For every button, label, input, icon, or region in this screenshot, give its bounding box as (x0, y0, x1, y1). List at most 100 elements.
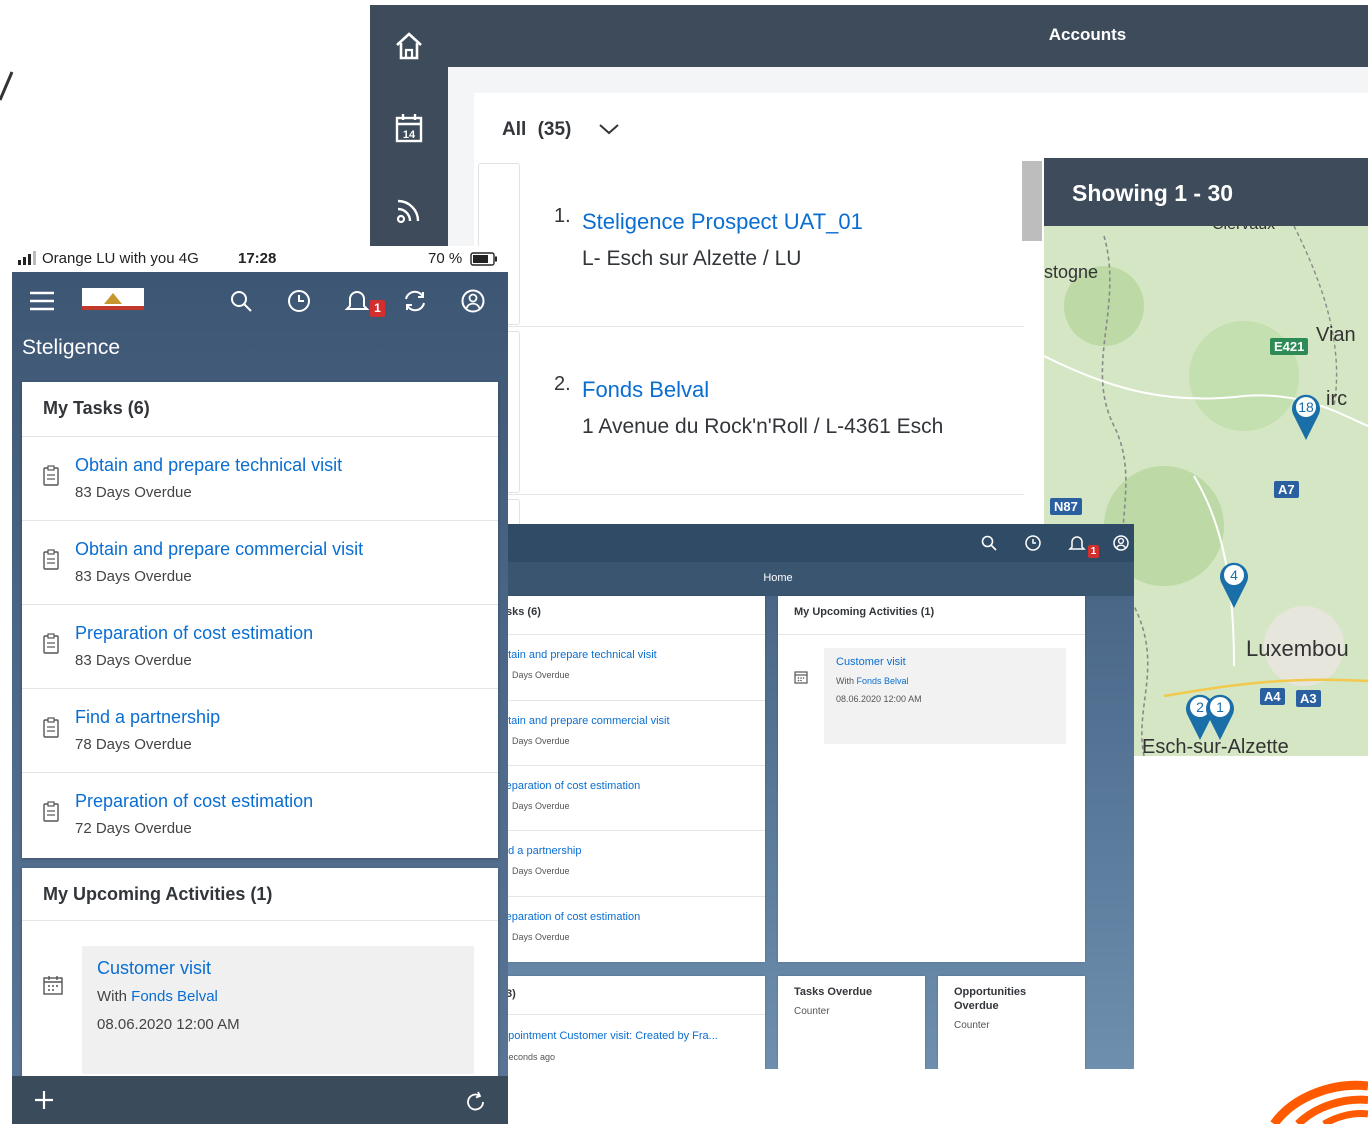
reload-icon[interactable] (464, 1090, 488, 1114)
user-profile-icon[interactable] (1112, 534, 1130, 552)
battery-icon (470, 252, 497, 266)
search-icon[interactable] (980, 534, 998, 552)
card-title: My Tasks (6) (43, 398, 150, 418)
map-pin-label: 18 (1298, 399, 1314, 415)
task-row[interactable]: Obtain and prepare technical visit 83 Da… (22, 436, 498, 520)
desktop-shell-bar: 1 (508, 524, 1134, 562)
activity-with: With Fonds Belval (836, 676, 909, 686)
activity-title-link[interactable]: Customer visit (836, 656, 906, 668)
task-row[interactable]: Preparation of cost estimation 72 Days O… (22, 772, 498, 856)
task-overdue: Days Overdue (512, 670, 570, 680)
clock-icon[interactable] (1024, 534, 1042, 552)
accounts-title: Accounts (1048, 25, 1127, 44)
company-logo (82, 288, 144, 310)
task-title-link[interactable]: nd a partnership (508, 845, 582, 857)
account-number: 2. (554, 373, 571, 395)
chevron-down-icon[interactable] (598, 121, 620, 137)
list-scrollbar[interactable] (1022, 161, 1042, 241)
account-row[interactable]: 2. Fonds Belval 1 Avenue du Rock'n'Roll … (474, 329, 1024, 495)
task-clipboard-icon (43, 633, 59, 654)
bell-icon[interactable] (344, 288, 370, 314)
task-row[interactable]: Obtain and prepare commercial visit 83 D… (22, 520, 498, 604)
task-clipboard-icon (43, 465, 59, 486)
tile-title-line2: Overdue (954, 1000, 999, 1012)
hamburger-menu-icon[interactable] (29, 290, 55, 312)
account-address: L- Esch sur Alzette / LU (582, 247, 802, 270)
search-icon[interactable] (228, 288, 254, 314)
map-label-clervaux: Clervaux (1212, 226, 1275, 234)
desktop-activities-card: My Upcoming Activities (1) Customer visi… (778, 596, 1085, 962)
activity-date: 08.06.2020 12:00 AM (836, 694, 922, 704)
map-pin[interactable]: 1 (1204, 690, 1236, 742)
filter-count: (35) (537, 119, 572, 140)
calendar-icon[interactable]: 14 (392, 111, 426, 145)
task-row[interactable]: nd a partnership Days Overdue (508, 830, 765, 895)
home-icon[interactable] (392, 29, 426, 63)
task-overdue: Days Overdue (512, 801, 570, 811)
account-row[interactable]: 1. Steligence Prospect UAT_01 L- Esch su… (474, 161, 1024, 327)
feed-item-time: seconds ago (508, 1052, 556, 1062)
activity-title-link[interactable]: Customer visit (97, 958, 211, 979)
mobile-app: 1 Steligence My Tasks (6) Obtain and pre… (12, 272, 508, 1124)
map-label-vianden: Vian (1316, 324, 1356, 346)
tile-subtitle: Counter (954, 1020, 990, 1031)
task-title-link[interactable]: Find a partnership (75, 707, 220, 728)
activity-with: With Fonds Belval (97, 988, 218, 1005)
task-row[interactable]: Preparation of cost estimation 83 Days O… (22, 604, 498, 688)
add-icon[interactable] (32, 1088, 56, 1112)
task-title-link[interactable]: btain and prepare commercial visit (508, 715, 670, 727)
road-badge-a7: A7 (1274, 481, 1299, 498)
with-account-link[interactable]: Fonds Belval (857, 676, 909, 686)
tasks-overdue-tile[interactable]: Tasks Overdue Counter (778, 976, 925, 1069)
task-clipboard-icon (43, 717, 59, 738)
task-overdue: 78 Days Overdue (75, 736, 192, 753)
task-title-link[interactable]: btain and prepare technical visit (508, 649, 657, 661)
feed-item-link[interactable]: ppointment Customer visit: Created by Fr… (508, 1030, 718, 1042)
activity-item[interactable]: Customer visit With Fonds Belval 08.06.2… (82, 946, 474, 1074)
task-title-link[interactable]: Obtain and prepare technical visit (75, 455, 342, 476)
logo-mark-icon (104, 293, 122, 304)
task-title-link[interactable]: reparation of cost estimation (508, 780, 640, 792)
task-clipboard-icon (43, 549, 59, 570)
road-badge-a4: A4 (1260, 688, 1285, 705)
with-account-link[interactable]: Fonds Belval (131, 988, 218, 1005)
task-row[interactable]: Find a partnership 78 Days Overdue (22, 688, 498, 772)
calendar-day-number: 14 (403, 129, 416, 141)
activity-item[interactable]: Customer visit With Fonds Belval 08.06.2… (824, 648, 1066, 744)
task-title-link[interactable]: Preparation of cost estimation (75, 791, 313, 812)
task-title-link[interactable]: Obtain and prepare commercial visit (75, 539, 363, 560)
task-overdue: 83 Days Overdue (75, 652, 192, 669)
task-overdue: 83 Days Overdue (75, 568, 192, 585)
desktop-home-window: 1 Home sks (6) btain and prepare technic… (508, 524, 1134, 1069)
task-title-link[interactable]: reparation of cost estimation (508, 911, 640, 923)
task-row[interactable]: btain and prepare commercial visit Days … (508, 700, 765, 765)
task-row[interactable]: reparation of cost estimation Days Overd… (508, 765, 765, 830)
task-row[interactable]: reparation of cost estimation Days Overd… (508, 896, 765, 961)
tile-title-line1: Opportunities (954, 986, 1027, 998)
account-name-link[interactable]: Steligence Prospect UAT_01 (582, 209, 863, 235)
accounts-filter[interactable]: All (35) (502, 119, 571, 141)
map-pin[interactable]: 4 (1218, 558, 1250, 610)
map-pin-label: 1 (1216, 699, 1224, 715)
task-row[interactable]: btain and prepare technical visit Days O… (508, 634, 765, 699)
opportunities-overdue-tile[interactable]: Opportunities Overdue Counter (938, 976, 1085, 1069)
clock-icon[interactable] (286, 288, 312, 314)
desktop-tasks-card: sks (6) btain and prepare technical visi… (508, 596, 765, 962)
task-clipboard-icon (43, 801, 59, 822)
user-profile-icon[interactable] (460, 288, 486, 314)
refresh-icon[interactable] (402, 288, 428, 314)
tile-title: Tasks Overdue (794, 986, 873, 998)
task-overdue: Days Overdue (512, 866, 570, 876)
task-overdue: Days Overdue (512, 736, 570, 746)
card-title: sks (6) (508, 606, 541, 618)
orange-brand-logo-icon (1270, 1080, 1368, 1124)
decorative-tick-icon (0, 71, 14, 101)
task-title-link[interactable]: Preparation of cost estimation (75, 623, 313, 644)
account-name-link[interactable]: Fonds Belval (582, 377, 709, 403)
bell-icon[interactable] (1068, 534, 1086, 552)
feed-icon[interactable] (392, 193, 426, 227)
map-pin[interactable]: 18 (1290, 390, 1322, 442)
mobile-footer-bar (12, 1076, 508, 1124)
map-pin-icon (1206, 694, 1234, 740)
road-badge-e421: E421 (1270, 338, 1309, 355)
